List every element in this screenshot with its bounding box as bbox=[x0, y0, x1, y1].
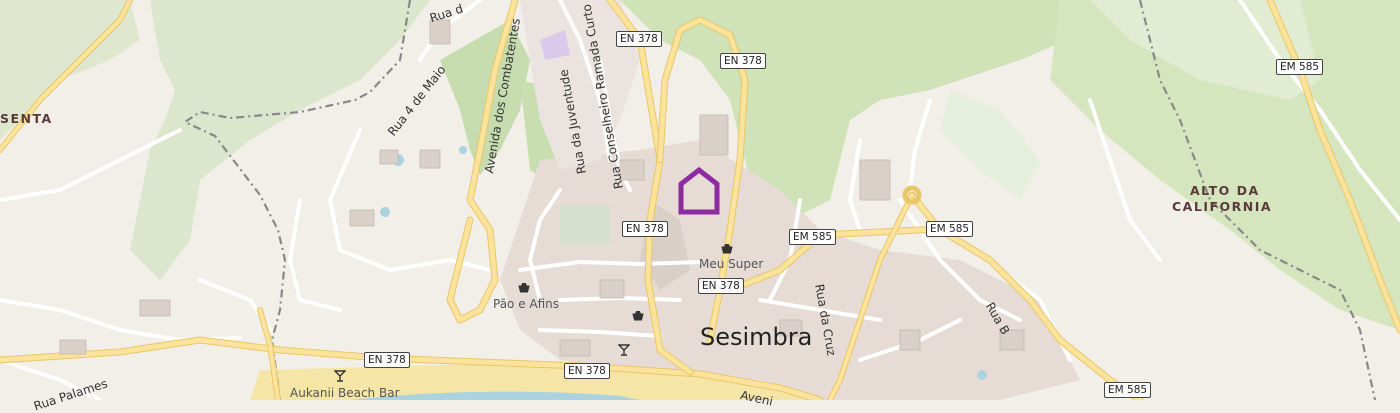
bar-icon[interactable] bbox=[618, 344, 630, 356]
route-shield-em585: EM 585 bbox=[1276, 59, 1324, 75]
poi-label-aukanii-beach-bar: Aukanii Beach Bar bbox=[290, 386, 400, 400]
route-shield-em585: EM 585 bbox=[1104, 382, 1152, 398]
route-shield-en378: EN 378 bbox=[622, 221, 668, 237]
bar-icon[interactable] bbox=[334, 370, 346, 382]
poi-label-meu-super: Meu Super bbox=[699, 257, 764, 271]
route-shield-en378: EN 378 bbox=[364, 352, 410, 368]
route-shield-em585: EM 585 bbox=[926, 221, 974, 237]
map-canvas[interactable]: SENTA ALTO DA CALIFORNIA Sesimbra EN 378… bbox=[0, 0, 1400, 413]
route-shield-en378: EN 378 bbox=[616, 31, 662, 47]
route-shield-em585: EM 585 bbox=[789, 229, 837, 245]
shop-icon[interactable] bbox=[721, 243, 733, 255]
route-shield-en378: EN 378 bbox=[698, 278, 744, 294]
place-label-senta: SENTA bbox=[0, 111, 53, 126]
place-label-alto-line1: ALTO DA bbox=[1190, 183, 1260, 198]
poi-label-pao-e-afins: Pão e Afins bbox=[493, 297, 560, 311]
route-shield-en378: EN 378 bbox=[720, 53, 766, 69]
route-shield-en378: EN 378 bbox=[564, 363, 610, 379]
place-label-alto-line2: CALIFORNIA bbox=[1172, 199, 1273, 214]
home-marker-icon[interactable] bbox=[676, 166, 722, 216]
town-label-sesimbra: Sesimbra bbox=[700, 323, 813, 351]
shop-icon[interactable] bbox=[518, 282, 530, 294]
shop-icon[interactable] bbox=[632, 310, 644, 322]
